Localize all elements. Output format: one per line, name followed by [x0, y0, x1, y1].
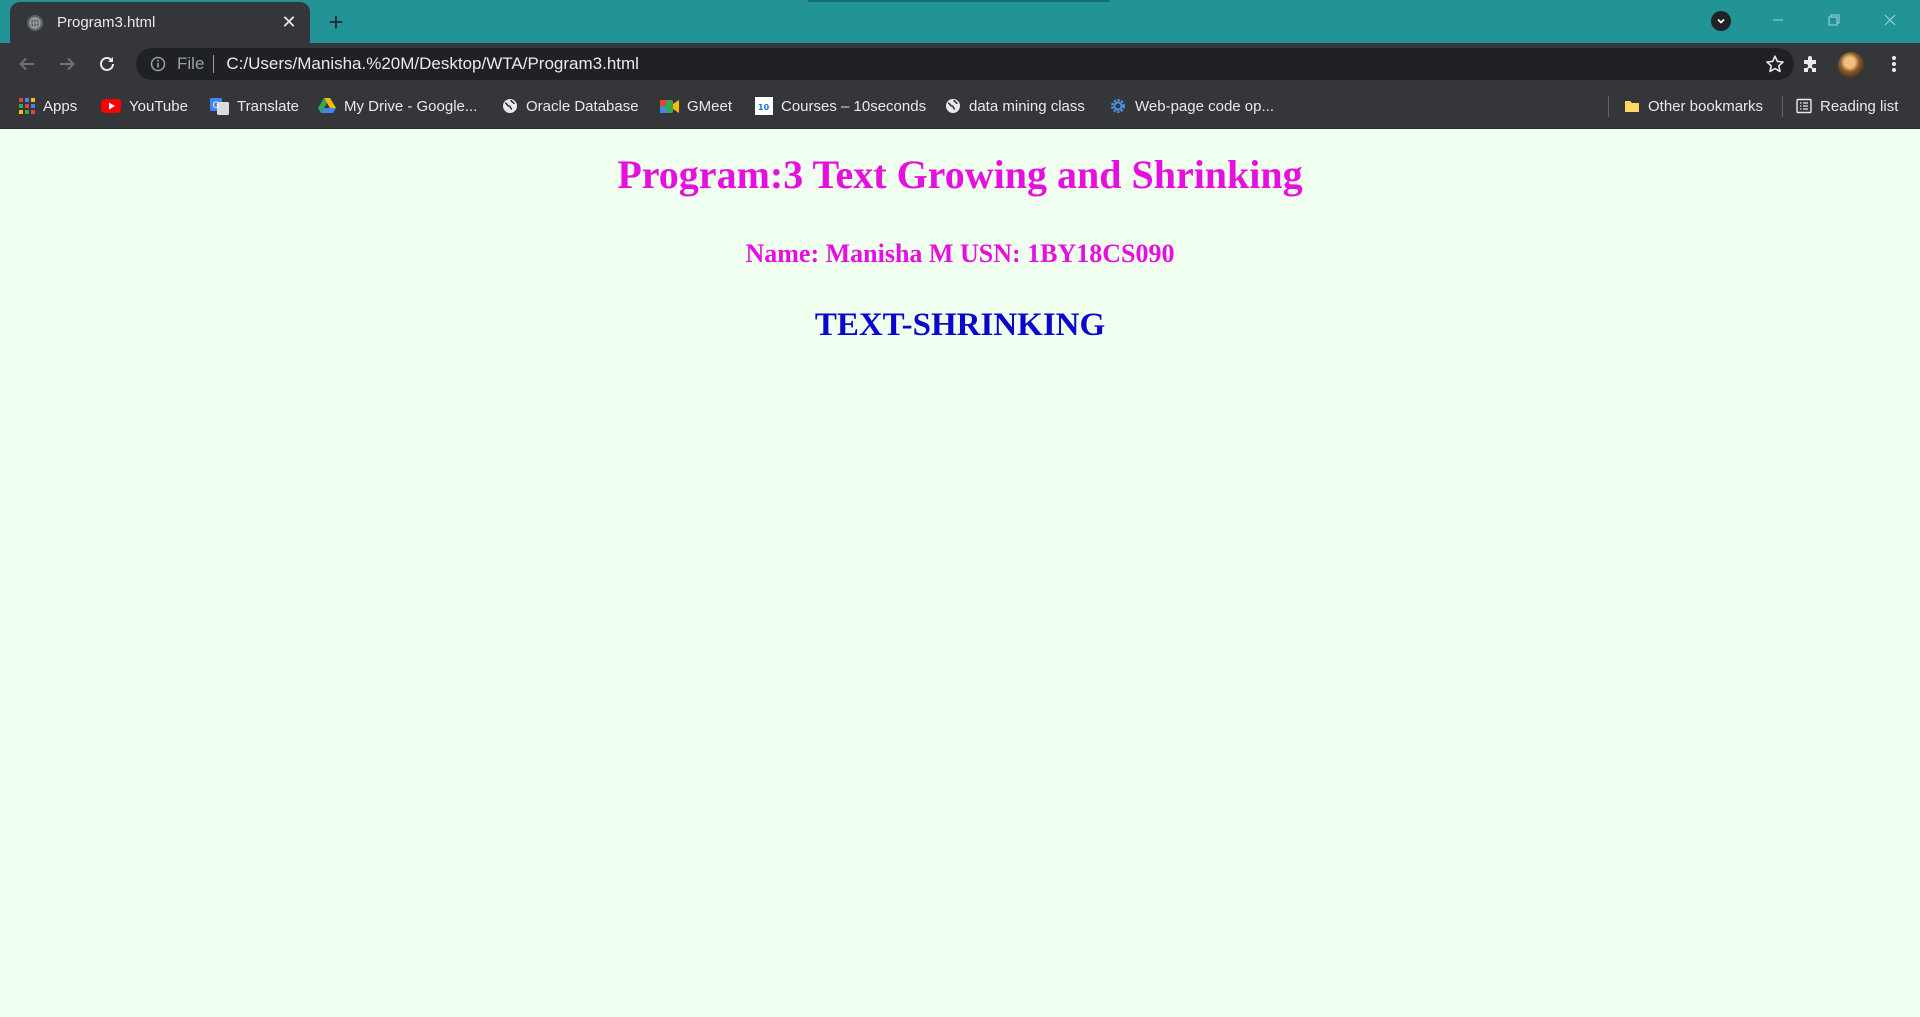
bookmarks-bar: Apps YouTube G Translate My Drive - Goog…: [0, 85, 1920, 129]
restore-icon[interactable]: [1806, 0, 1862, 40]
google-drive-icon: [318, 98, 336, 114]
scheme-label: File: [177, 54, 205, 73]
folder-icon: [1624, 98, 1640, 114]
bookmark-my-drive[interactable]: My Drive - Google...: [318, 95, 477, 117]
bookmark-label: Apps: [43, 97, 78, 115]
bookmark-translate[interactable]: G Translate: [210, 95, 299, 117]
bookmark-oracle-database[interactable]: Oracle Database: [502, 95, 639, 117]
bookmark-courses[interactable]: 10 Courses – 10seconds: [755, 95, 926, 117]
bookmark-youtube[interactable]: YouTube: [101, 95, 188, 117]
bookmark-label: Reading list: [1820, 97, 1899, 115]
google-meet-icon: [660, 98, 679, 114]
bookmark-apps[interactable]: Apps: [19, 95, 77, 117]
bookmark-web-page-code[interactable]: Web-page code op...: [1109, 95, 1274, 117]
minimize-icon[interactable]: [1750, 0, 1806, 40]
reload-icon[interactable]: [93, 50, 121, 78]
student-info: Name: Manisha M USN: 1BY18CS090: [745, 239, 1175, 268]
bookmark-star-icon[interactable]: [1764, 53, 1786, 75]
bookmarks-divider: [1608, 96, 1609, 117]
bookmark-gmeet[interactable]: GMeet: [660, 95, 732, 117]
window-drag-indicator: [808, 0, 1110, 2]
svg-text:G: G: [213, 101, 220, 111]
tab-title: Program3.html: [57, 14, 156, 31]
tab-search-icon[interactable]: [1711, 11, 1731, 31]
bookmark-label: Web-page code op...: [1135, 97, 1274, 115]
back-icon[interactable]: [13, 50, 41, 78]
bookmarks-divider: [1782, 96, 1783, 117]
url-text[interactable]: C:/Users/Manisha.%20M/Desktop/WTA/Progra…: [226, 54, 639, 74]
other-bookmarks[interactable]: Other bookmarks: [1624, 95, 1763, 117]
courses-icon: 10: [755, 97, 773, 115]
browser-toolbar: File C:/Users/Manisha.%20M/Desktop/WTA/P…: [0, 43, 1920, 85]
bookmark-data-mining-class[interactable]: data mining class: [945, 95, 1085, 117]
bookmark-label: Other bookmarks: [1648, 97, 1764, 115]
profile-avatar[interactable]: [1838, 52, 1864, 78]
info-icon[interactable]: [149, 55, 167, 73]
svg-text:10: 10: [758, 103, 770, 112]
page-title: Program:3 Text Growing and Shrinking: [617, 152, 1303, 197]
animated-text: TEXT-SHRINKING: [814, 307, 1106, 343]
bookmark-label: data mining class: [969, 97, 1085, 115]
close-tab-icon[interactable]: ✕: [279, 12, 299, 33]
new-tab-button[interactable]: +: [322, 7, 350, 37]
address-separator: [213, 55, 215, 73]
tab-program3[interactable]: Program3.html ✕: [10, 2, 310, 43]
globe-icon: [945, 98, 961, 114]
globe-icon: [502, 98, 518, 114]
gear-icon: [1109, 97, 1127, 115]
apps-grid-icon: [19, 98, 35, 114]
bookmark-label: Oracle Database: [526, 97, 639, 115]
bookmark-label: Courses – 10seconds: [781, 97, 927, 115]
forward-icon[interactable]: [53, 50, 81, 78]
extensions-icon[interactable]: [1797, 50, 1825, 78]
page-content: Program:3 Text Growing and Shrinking Nam…: [0, 129, 1920, 1017]
translate-icon: G: [210, 97, 229, 115]
reading-list[interactable]: Reading list: [1796, 95, 1898, 117]
youtube-icon: [101, 98, 121, 114]
globe-icon: [27, 14, 43, 31]
close-window-icon[interactable]: [1862, 0, 1918, 40]
menu-kebab-icon[interactable]: [1880, 50, 1908, 78]
bookmark-label: Translate: [237, 97, 299, 115]
reading-list-icon: [1796, 98, 1812, 114]
bookmark-label: GMeet: [687, 97, 733, 115]
tab-strip: Program3.html ✕ +: [0, 0, 1920, 43]
bookmark-label: My Drive - Google...: [344, 97, 478, 115]
bookmark-label: YouTube: [129, 97, 188, 115]
address-bar[interactable]: File C:/Users/Manisha.%20M/Desktop/WTA/P…: [136, 48, 1794, 80]
